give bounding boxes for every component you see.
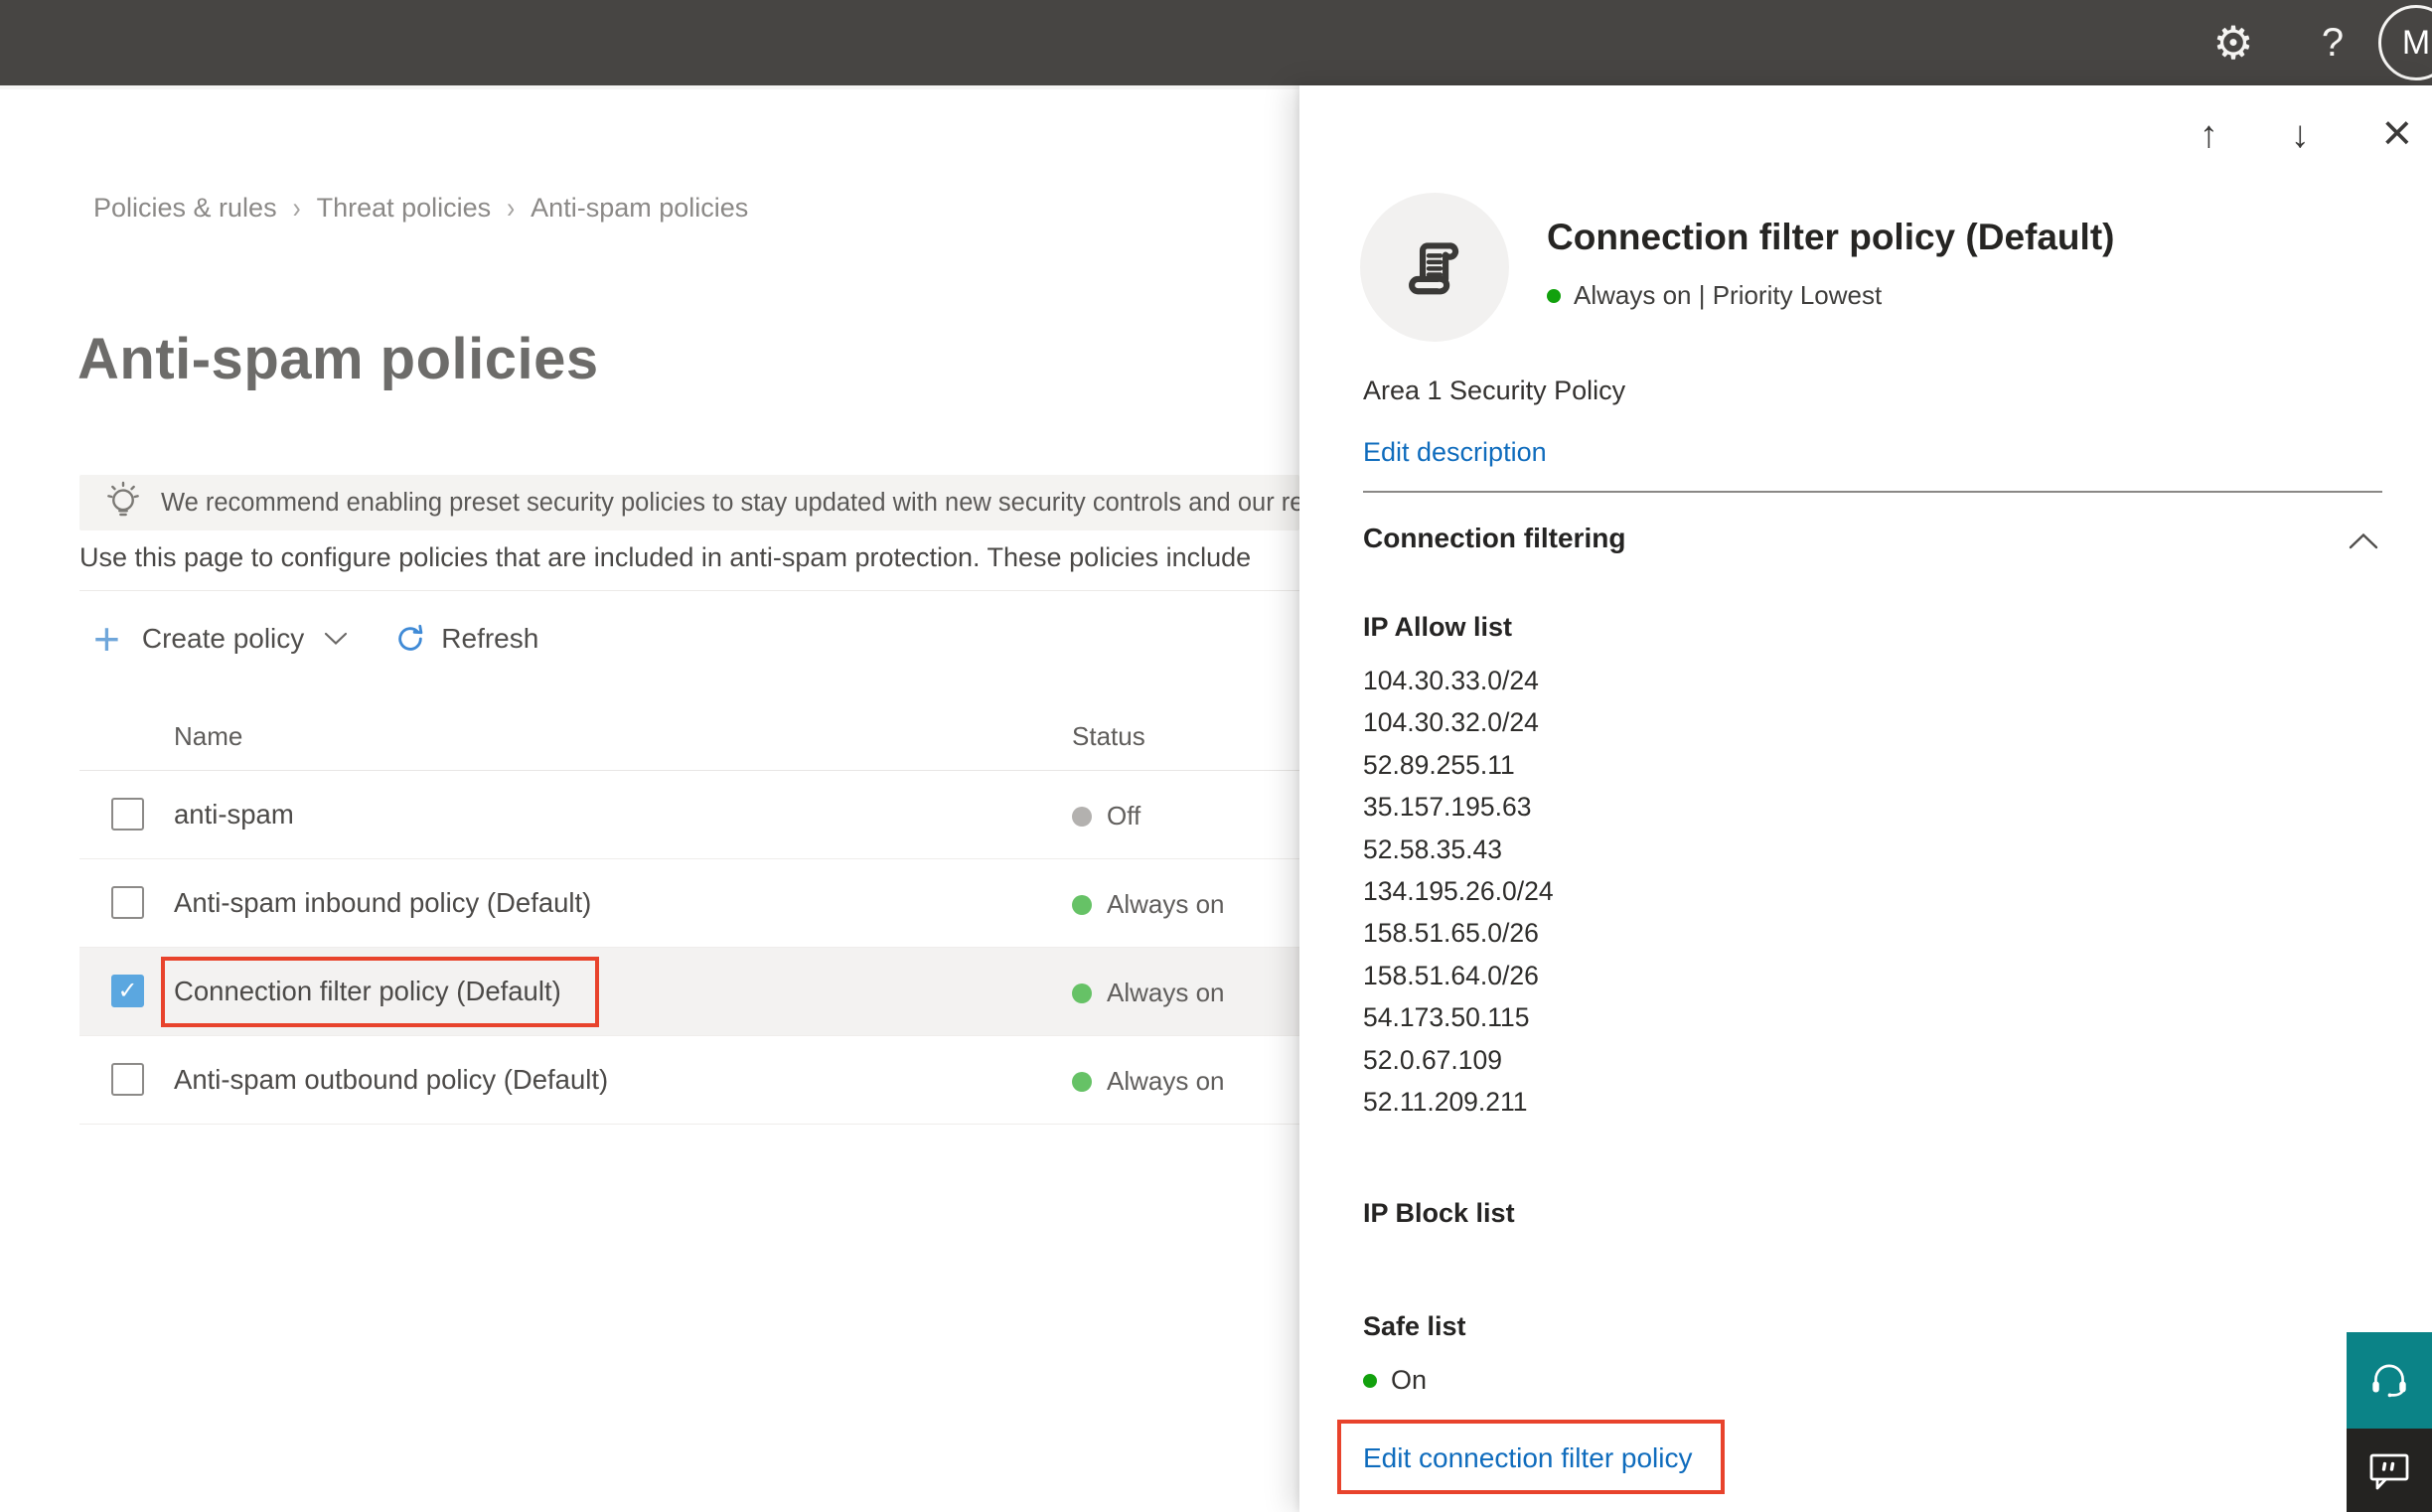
policies-table: Name Status anti-spam Off Anti-spam inbo… <box>79 699 1299 1125</box>
breadcrumb-threat-policies[interactable]: Threat policies <box>317 193 492 224</box>
page-description: Use this page to configure policies that… <box>79 542 1252 572</box>
ip-block-list-heading: IP Block list <box>1363 1198 1515 1228</box>
ip-entry: 134.195.26.0/24 <box>1363 875 1554 906</box>
ip-entry: 158.51.64.0/26 <box>1363 960 1539 990</box>
ip-entry: 158.51.65.0/26 <box>1363 918 1539 949</box>
row-checkbox[interactable] <box>111 886 144 919</box>
ip-entry: 52.58.35.43 <box>1363 833 1502 864</box>
status-dot <box>1072 806 1092 827</box>
support-button[interactable] <box>2347 1332 2432 1429</box>
table-row-anti-spam[interactable]: anti-spam Off <box>79 771 1299 859</box>
status-dot <box>1072 983 1092 1003</box>
next-item-arrow-down-icon[interactable]: ↓ <box>2291 107 2310 163</box>
close-icon[interactable]: × <box>2382 107 2412 163</box>
breadcrumb-separator-icon: › <box>292 191 301 225</box>
command-bar: + Create policy Refresh <box>93 614 538 664</box>
row-checkbox[interactable] <box>111 798 144 831</box>
settings-gear-icon[interactable]: ⚙ <box>2202 0 2265 85</box>
table-row-inbound-policy[interactable]: Anti-spam inbound policy (Default) Alway… <box>79 859 1299 948</box>
ip-entry: 104.30.33.0/24 <box>1363 666 1539 695</box>
status-dot <box>1547 288 1561 303</box>
panel-divider <box>1363 491 2382 493</box>
ip-allow-list-heading: IP Allow list <box>1363 612 1513 642</box>
scroll-icon <box>1409 242 1459 295</box>
recommendation-banner: We recommend enabling preset security po… <box>79 475 1299 530</box>
ip-entry: 52.0.67.109 <box>1363 1044 1502 1075</box>
ip-entry: 104.30.32.0/24 <box>1363 707 1539 738</box>
breadcrumb-separator-icon: › <box>507 191 516 225</box>
section-connection-filtering: Connection filtering <box>1363 523 1626 553</box>
status-label: Always on <box>1107 889 1225 919</box>
policy-description: Area 1 Security Policy <box>1363 376 1626 405</box>
status-dot <box>1072 894 1092 915</box>
headset-icon <box>2372 1364 2406 1397</box>
banner-text: We recommend enabling preset security po… <box>161 488 1299 517</box>
feedback-icon <box>2369 1453 2409 1490</box>
policy-avatar <box>1360 193 1509 342</box>
ip-allow-list: 104.30.33.0/24 104.30.32.0/24 52.89.255.… <box>1363 660 1554 1123</box>
help-icon[interactable]: ? <box>2303 0 2362 85</box>
top-bar: ⚙ ? M <box>0 0 2432 85</box>
column-header-name: Name <box>174 721 243 751</box>
status-dot <box>1072 1071 1092 1092</box>
ip-entry: 52.11.209.211 <box>1363 1086 1528 1117</box>
ip-entry: 35.157.195.63 <box>1363 792 1532 823</box>
row-checkbox-checked[interactable]: ✓ <box>111 975 144 1007</box>
edit-description-link[interactable]: Edit description <box>1363 437 1547 468</box>
panel-title: Connection filter policy (Default) <box>1547 217 2115 257</box>
safe-list-heading: Safe list <box>1363 1311 1466 1341</box>
breadcrumb: Policies & rules › Threat policies › Ant… <box>93 191 748 225</box>
panel-controls: ↑ ↓ × <box>2200 107 2412 163</box>
breadcrumb-anti-spam-policies[interactable]: Anti-spam policies <box>531 193 748 224</box>
status-label: Always on <box>1107 1066 1225 1096</box>
row-checkbox[interactable] <box>111 1063 144 1096</box>
safe-list-status: On <box>1363 1365 1427 1396</box>
plus-icon: + <box>93 613 120 665</box>
column-header-status: Status <box>1072 721 1145 751</box>
previous-item-arrow-up-icon[interactable]: ↑ <box>2200 107 2218 163</box>
page-title: Anti-spam policies <box>77 327 599 391</box>
command-bar-divider <box>79 590 1299 591</box>
table-row-connection-filter[interactable]: ✓ Connection filter policy (Default) Alw… <box>79 948 1299 1036</box>
feedback-button[interactable] <box>2347 1429 2432 1512</box>
main-content: Policies & rules › Threat policies › Ant… <box>0 89 1299 1512</box>
breadcrumb-policies-rules[interactable]: Policies & rules <box>93 193 277 224</box>
refresh-button[interactable]: Refresh <box>393 622 538 656</box>
account-avatar[interactable]: M <box>2378 5 2432 80</box>
refresh-icon <box>398 624 423 651</box>
create-policy-button[interactable]: + Create policy <box>93 613 348 665</box>
edit-connection-filter-policy-link[interactable]: Edit connection filter policy <box>1363 1442 1693 1474</box>
status-dot <box>1363 1373 1377 1388</box>
status-label: Always on <box>1107 978 1225 1007</box>
details-panel: ↑ ↓ × Connection filter policy (Default) <box>1299 85 2432 1512</box>
table-row-outbound-policy[interactable]: Anti-spam outbound policy (Default) Alwa… <box>79 1036 1299 1125</box>
ip-entry: 52.89.255.11 <box>1363 749 1515 780</box>
status-label: Off <box>1107 801 1141 831</box>
panel-status-line: Always on | Priority Lowest <box>1547 280 1882 311</box>
lightbulb-icon <box>103 479 143 528</box>
table-header: Name Status <box>79 699 1299 771</box>
chevron-up-icon[interactable] <box>2349 532 2378 554</box>
ip-entry: 54.173.50.115 <box>1363 1002 1530 1033</box>
chevron-down-icon <box>324 632 348 651</box>
anti-spam-policies-page: ⚙ ? M Policies & rules › Threat policies… <box>0 0 2432 1512</box>
